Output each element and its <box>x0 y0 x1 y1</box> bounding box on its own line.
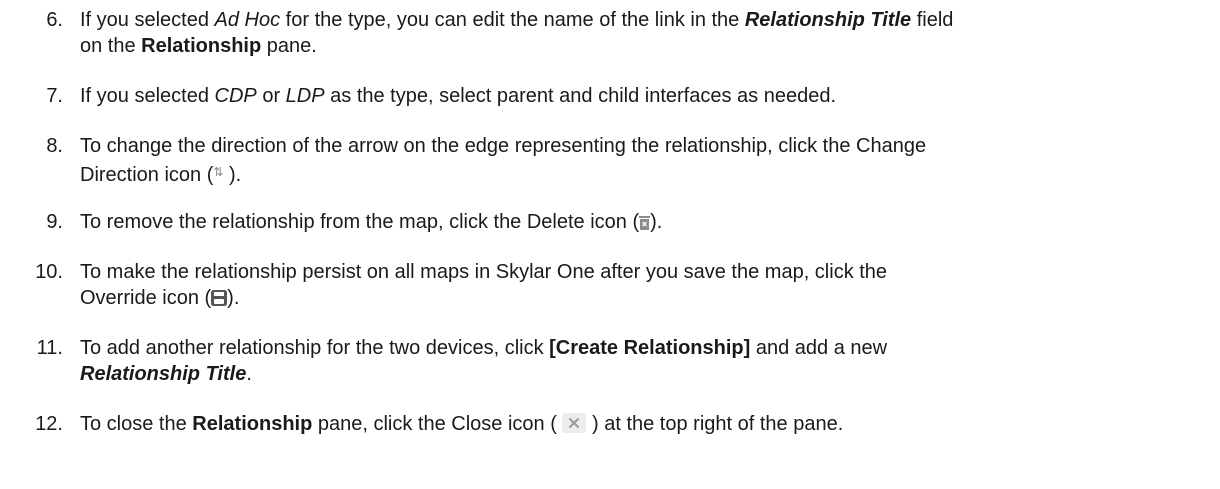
step-text: To remove the relationship from the map,… <box>80 211 663 233</box>
step-text: To make the relationship persist on all … <box>80 261 888 309</box>
step-number: 7. <box>46 85 63 107</box>
step-text: If you selected Ad Hoc for the type, you… <box>80 9 954 57</box>
change-direction-icon: ⇅ <box>213 165 224 179</box>
step-number: 12. <box>35 413 63 435</box>
step-number: 6. <box>46 9 63 31</box>
step-number: 8. <box>46 135 63 157</box>
step-number: 9. <box>46 211 63 233</box>
step-text: To change the direction of the arrow on … <box>80 135 927 186</box>
instruction-list: 6. If you selected Ad Hoc for the type, … <box>0 0 1220 489</box>
delete-icon <box>639 211 651 230</box>
step-number: 11. <box>36 337 63 359</box>
close-icon <box>562 413 587 433</box>
step-text: To add another relationship for the two … <box>80 337 888 385</box>
step-number: 10. <box>35 261 63 283</box>
step-text: If you selected CDP or LDP as the type, … <box>80 85 837 107</box>
override-icon <box>211 287 228 306</box>
step-text: To close the Relationship pane, click th… <box>80 413 844 435</box>
